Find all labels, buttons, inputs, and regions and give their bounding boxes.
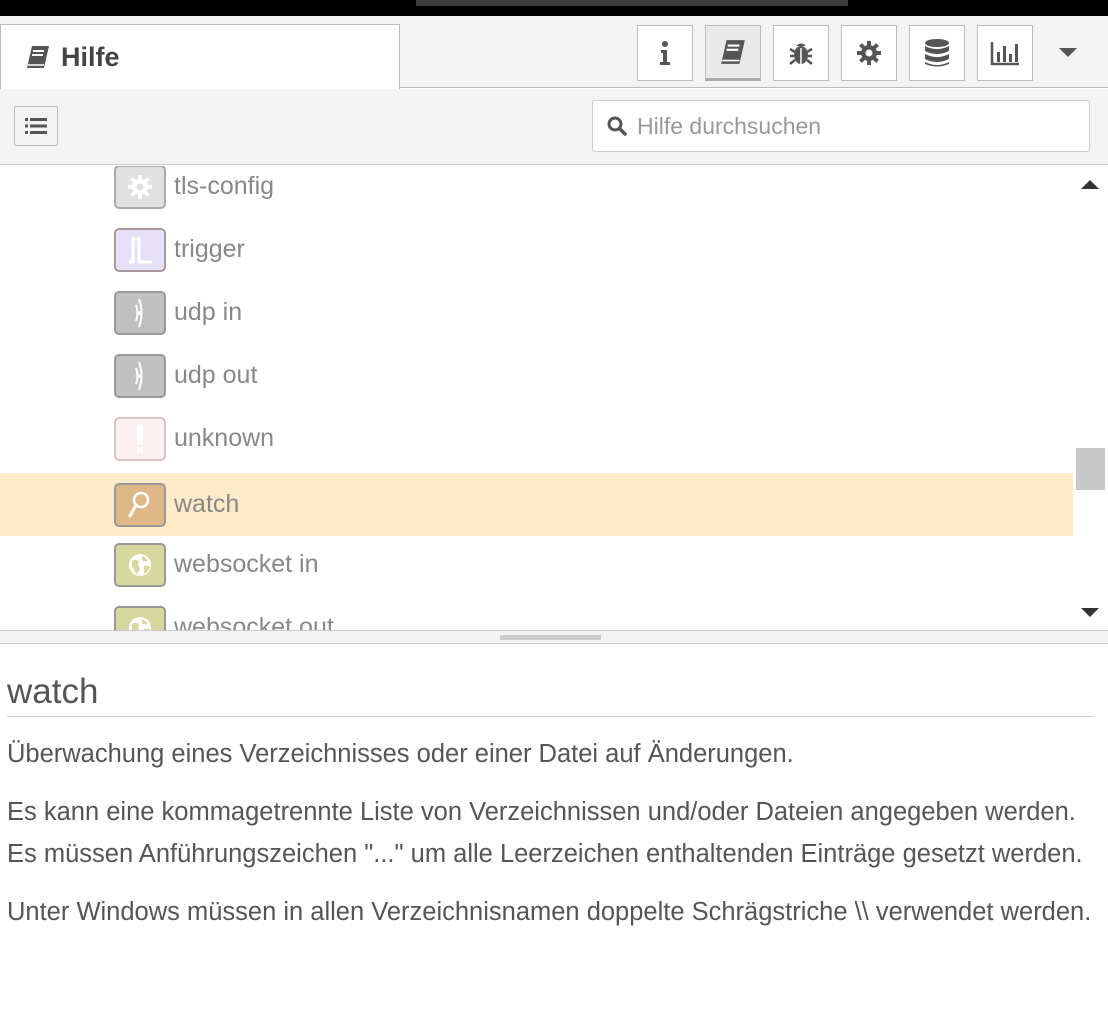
- help-toolbar: [0, 89, 1108, 165]
- book-icon: [27, 46, 49, 68]
- panel-resize-handle[interactable]: [0, 630, 1108, 644]
- alert-icon: [114, 416, 166, 461]
- tab-menu-button[interactable]: [1040, 25, 1096, 81]
- trigger-icon: [114, 227, 166, 272]
- search-input[interactable]: [637, 112, 1057, 140]
- bridge-icon: [114, 290, 166, 335]
- globe-icon: [114, 542, 166, 587]
- window-top-strip: [0, 0, 1108, 16]
- dashboard-button[interactable]: [977, 25, 1033, 81]
- tab-help[interactable]: Hilfe: [0, 24, 400, 89]
- list-item[interactable]: watch: [0, 473, 1073, 536]
- help-paragraph: Überwachung eines Verzeichnisses oder ei…: [7, 740, 794, 768]
- search-icon: [607, 116, 627, 136]
- list-item[interactable]: websocket out: [0, 596, 1073, 630]
- node-label: tls-config: [174, 172, 275, 200]
- resize-grip[interactable]: [500, 635, 601, 640]
- globe-icon: [114, 605, 166, 630]
- book-icon: [721, 40, 745, 64]
- toc-toggle-button[interactable]: [14, 106, 58, 146]
- list-item[interactable]: websocket in: [0, 533, 1073, 596]
- help-button[interactable]: [705, 25, 761, 81]
- info-button[interactable]: [637, 25, 693, 81]
- sidebar-tabbar: Hilfe: [0, 16, 1108, 89]
- chart-icon: [990, 42, 1019, 66]
- list-item[interactable]: udp out: [0, 344, 1073, 407]
- help-paragraph: Es kann eine kommagetrennte Liste von Ve…: [7, 798, 1083, 868]
- chevron-down-icon: [1059, 48, 1077, 57]
- node-label: websocket out: [174, 613, 334, 630]
- list-item[interactable]: trigger: [0, 218, 1073, 281]
- debug-button[interactable]: [773, 25, 829, 81]
- node-label: udp in: [174, 298, 243, 326]
- watch-icon: [114, 482, 166, 527]
- help-title: watch: [7, 672, 1094, 717]
- node-label: websocket in: [174, 550, 319, 578]
- node-label: unknown: [174, 424, 275, 452]
- database-icon: [925, 39, 949, 67]
- node-list-scrollbar[interactable]: [1073, 166, 1108, 630]
- context-data-button[interactable]: [909, 25, 965, 81]
- node-label: udp out: [174, 361, 258, 389]
- config-button[interactable]: [841, 25, 897, 81]
- node-label: trigger: [174, 235, 245, 263]
- scroll-up-arrow[interactable]: [1081, 180, 1099, 189]
- list-item[interactable]: udp in: [0, 281, 1073, 344]
- gear-icon: [857, 41, 881, 65]
- help-search[interactable]: [592, 100, 1090, 152]
- scroll-down-arrow[interactable]: [1081, 608, 1099, 617]
- info-icon: [660, 41, 670, 65]
- top-handle: [416, 0, 848, 6]
- gear-icon: [114, 166, 166, 209]
- scroll-thumb[interactable]: [1076, 448, 1105, 490]
- help-paragraph: Unter Windows müssen in allen Verzeichni…: [7, 898, 1092, 926]
- bug-icon: [789, 43, 813, 65]
- help-content: watch Überwachung eines Verzeichnisses o…: [7, 672, 1097, 933]
- list-item[interactable]: unknown: [0, 407, 1073, 470]
- node-help-list: tls-config trigger udp in udp out unknow…: [0, 166, 1073, 630]
- node-label: watch: [174, 490, 240, 518]
- tab-help-label: Hilfe: [61, 41, 120, 72]
- bridge-icon: [114, 353, 166, 398]
- list-item[interactable]: tls-config: [0, 166, 1073, 218]
- list-icon: [25, 118, 47, 134]
